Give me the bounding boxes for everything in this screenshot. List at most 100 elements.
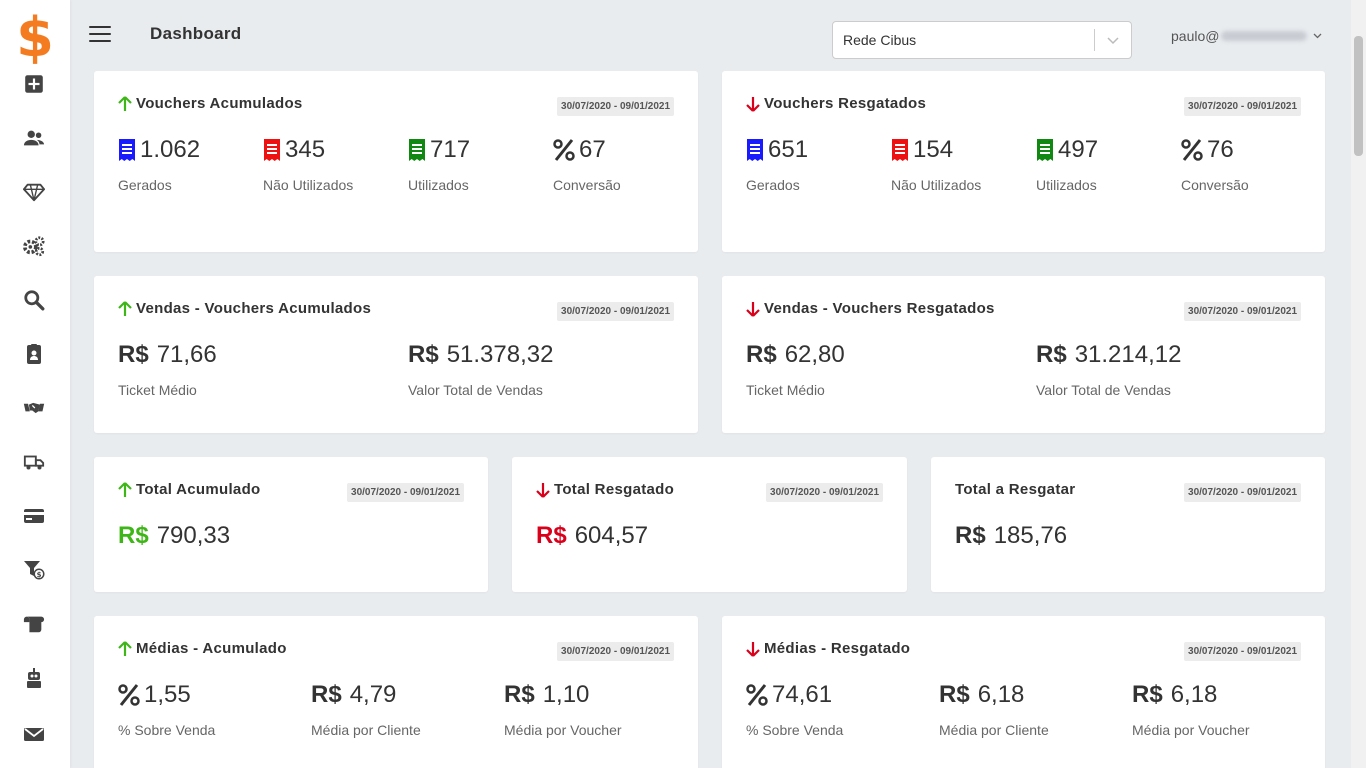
store-select[interactable]: Rede Cibus — [832, 21, 1132, 59]
stat-gerados: 651 Gerados — [746, 135, 808, 193]
page-scrollbar[interactable] — [1351, 0, 1366, 768]
receipt-red-icon — [263, 138, 281, 162]
page-title: Dashboard — [150, 24, 242, 43]
sidebar: $ $ — [0, 0, 70, 768]
stat-utilizados: 717 Utilizados — [408, 135, 470, 193]
chevron-down-icon[interactable] — [1095, 35, 1131, 45]
stat-value: 497 — [1058, 136, 1099, 163]
stat-label: Média por Cliente — [311, 722, 421, 738]
stat-value: 62,80 — [784, 341, 845, 368]
percent-icon — [1181, 138, 1203, 162]
stat-value: 604,57 — [574, 522, 649, 549]
arrow-up-icon — [118, 481, 132, 497]
stat-label: Não Utilizados — [891, 177, 982, 193]
stat-label: % Sobre Venda — [746, 722, 844, 738]
percent-icon — [118, 683, 140, 707]
total-acumulado-card: Total Acumulado 30/07/2020 - 09/01/2021 … — [94, 457, 488, 592]
stat-label: Média por Voucher — [1132, 722, 1250, 738]
stat-nao-utilizados: 345 Não Utilizados — [263, 135, 353, 193]
stat-label: % Sobre Venda — [118, 722, 216, 738]
receipt-red-icon — [891, 138, 909, 162]
arrow-down-icon — [746, 96, 760, 112]
total-a-resgatar-card: Total a Resgatar 30/07/2020 - 09/01/2021… — [931, 457, 1325, 592]
cogs-icon[interactable] — [21, 233, 47, 259]
currency-symbol: R$ — [504, 681, 535, 708]
stat-label: Valor Total de Vendas — [408, 382, 543, 398]
stat-sobre-venda: 74,61 % Sobre Venda — [746, 680, 843, 738]
filter-dollar-icon[interactable]: $ — [21, 557, 47, 583]
vouchers-resgatados-card: Vouchers Resgatados 30/07/2020 - 09/01/2… — [722, 71, 1325, 252]
envelope-icon[interactable] — [21, 721, 47, 747]
receipt-green-icon — [1036, 138, 1054, 162]
stat-value: 4,79 — [349, 681, 397, 708]
stat-nao-utilizados: 154 Não Utilizados — [891, 135, 981, 193]
currency-symbol: R$ — [1036, 341, 1067, 368]
receipt-green-icon — [408, 138, 426, 162]
stat-conversao: 76 Conversão — [1181, 135, 1249, 193]
dollar-logo-icon[interactable]: $ — [16, 6, 54, 69]
menu-toggle-button[interactable] — [89, 26, 111, 44]
arrow-down-icon — [746, 641, 760, 657]
credit-card-icon[interactable] — [21, 503, 47, 529]
stat-label: Não Utilizados — [263, 177, 354, 193]
stat-value: 71,66 — [156, 341, 217, 368]
plus-square-icon[interactable] — [21, 71, 47, 97]
stat-media-cliente: R$ 4,79 Média por Cliente — [311, 680, 421, 738]
stat-value: 1,55 — [144, 681, 191, 708]
stat-value: 76 — [1207, 136, 1234, 163]
card-title: Total a Resgatar — [955, 481, 1075, 498]
stat-label: Média por Cliente — [939, 722, 1049, 738]
currency-symbol: R$ — [118, 522, 149, 549]
card-title: Vendas - Vouchers Resgatados — [746, 300, 995, 317]
stat-label: Gerados — [746, 177, 800, 193]
date-range-badge: 30/07/2020 - 09/01/2021 — [1184, 483, 1301, 502]
date-range-badge: 30/07/2020 - 09/01/2021 — [1184, 97, 1301, 116]
currency-symbol: R$ — [408, 341, 439, 368]
vendas-resgatados-card: Vendas - Vouchers Resgatados 30/07/2020 … — [722, 276, 1325, 433]
card-title: Médias - Acumulado — [118, 640, 287, 657]
stat-value: 651 — [768, 136, 809, 163]
vendas-acumulados-card: Vendas - Vouchers Acumulados 30/07/2020 … — [94, 276, 698, 433]
stat-value: 31.214,12 — [1074, 341, 1182, 368]
stat-value: 717 — [430, 136, 471, 163]
stat-value: 1.062 — [140, 136, 201, 163]
card-title-text: Vouchers Acumulados — [136, 95, 303, 112]
stat-utilizados: 497 Utilizados — [1036, 135, 1098, 193]
date-range-badge: 30/07/2020 - 09/01/2021 — [1184, 642, 1301, 661]
stat-media-cliente: R$ 6,18 Média por Cliente — [939, 680, 1049, 738]
scrollbar-thumb[interactable] — [1354, 36, 1363, 156]
date-range-badge: 30/07/2020 - 09/01/2021 — [557, 97, 674, 116]
user-email: paulo@ — [1171, 28, 1220, 44]
currency-symbol: R$ — [1132, 681, 1163, 708]
stat-total-resgatado: R$ 604,57 — [536, 521, 648, 551]
arrow-up-icon — [118, 95, 132, 111]
stat-label: Conversão — [1181, 177, 1249, 193]
hamburger-line — [89, 33, 111, 35]
stat-value: 185,76 — [993, 522, 1068, 549]
robot-icon[interactable] — [21, 665, 47, 691]
search-icon[interactable] — [21, 287, 47, 313]
card-title-text: Total a Resgatar — [955, 481, 1076, 498]
stat-value: 154 — [913, 136, 954, 163]
truck-icon[interactable] — [21, 449, 47, 475]
receipt-blue-icon — [118, 138, 136, 162]
stat-total-a-resgatar: R$ 185,76 — [955, 521, 1067, 551]
currency-symbol: R$ — [746, 341, 777, 368]
stat-value: 51.378,32 — [446, 341, 554, 368]
svg-text:$: $ — [18, 6, 52, 66]
stat-label: Conversão — [553, 177, 621, 193]
scroll-icon[interactable] — [21, 611, 47, 637]
stat-value: 1,10 — [542, 681, 590, 708]
user-menu[interactable]: paulo@ — [1171, 28, 1322, 44]
handshake-icon[interactable] — [21, 395, 47, 421]
stat-conversao: 67 Conversão — [553, 135, 621, 193]
users-icon[interactable] — [21, 125, 47, 151]
arrow-up-icon — [118, 300, 132, 316]
diamond-icon[interactable] — [21, 179, 47, 205]
card-title: Vouchers Resgatados — [746, 95, 926, 112]
date-range-badge: 30/07/2020 - 09/01/2021 — [1184, 302, 1301, 321]
card-title-text: Total Acumulado — [136, 481, 261, 498]
currency-symbol: R$ — [536, 522, 567, 549]
id-badge-icon[interactable] — [21, 341, 47, 367]
stat-label: Média por Voucher — [504, 722, 622, 738]
